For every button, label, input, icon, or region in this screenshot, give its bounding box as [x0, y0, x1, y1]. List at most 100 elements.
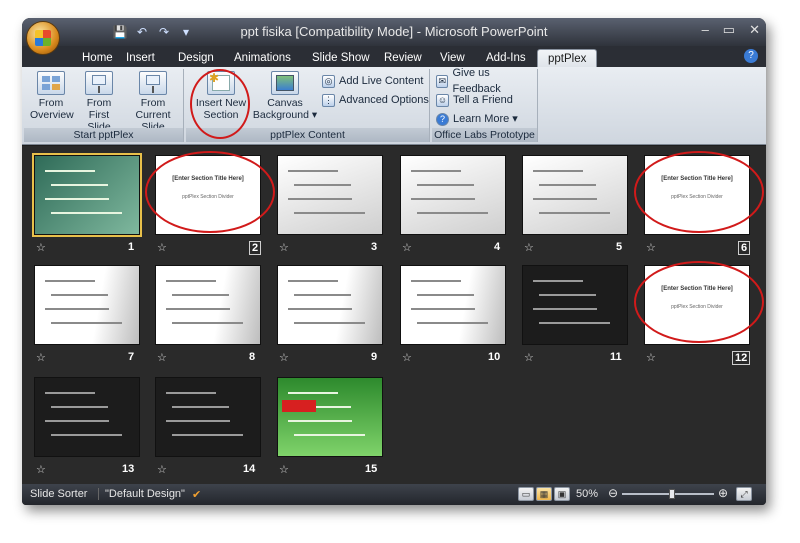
add-live-content-button[interactable]: ◎ Add Live Content [322, 73, 423, 89]
slide-content-line [172, 322, 243, 324]
zoom-slider[interactable] [622, 489, 714, 499]
slide-content-line [539, 212, 610, 214]
undo-icon[interactable]: ↶ [134, 24, 150, 40]
zoom-slider-thumb[interactable] [669, 489, 675, 499]
slide-content-line [51, 406, 108, 408]
slide-content-line [166, 420, 230, 422]
slide-thumbnail[interactable] [32, 153, 142, 237]
office-button[interactable] [26, 21, 60, 55]
projector-icon [85, 71, 113, 95]
slide-thumbnail[interactable]: [Enter Section Title Here] pptPlex Sectio… [644, 265, 750, 345]
section-subtitle-text: pptPlex Section Divider [671, 194, 723, 200]
tab-pptplex[interactable]: pptPlex [537, 49, 598, 67]
slide-transition-icon[interactable]: ☆ [646, 351, 656, 364]
learn-more-button[interactable]: ? Learn More ▾ [436, 111, 518, 127]
slide-transition-icon[interactable]: ☆ [524, 351, 534, 364]
slide-thumbnail[interactable] [522, 155, 628, 235]
tab-animations[interactable]: Animations [234, 49, 291, 67]
tab-home[interactable]: Home [82, 49, 113, 67]
zoom-out-icon[interactable]: ⊖ [608, 486, 618, 500]
slide-transition-icon[interactable]: ☆ [36, 351, 46, 364]
canvas-background-button[interactable]: Canvas Background ▾ [252, 71, 318, 121]
slide-transition-icon[interactable]: ☆ [157, 463, 167, 476]
slide-transition-icon[interactable]: ☆ [402, 351, 412, 364]
slide-transition-icon[interactable]: ☆ [36, 241, 46, 254]
slide-number: 7 [128, 351, 135, 363]
powerpoint-window: ppt fisika [Compatibility Mode] - Micros… [22, 18, 766, 505]
slide-thumbnail[interactable]: [Enter Section Title Here] pptPlex Sectio… [644, 155, 750, 235]
from-first-slide-button[interactable]: From First Slide [76, 71, 122, 133]
slide-thumbnail[interactable] [34, 265, 140, 345]
slide-transition-icon[interactable]: ☆ [279, 463, 289, 476]
help-icon[interactable]: ? [744, 49, 758, 63]
canvas-background-line2: Background ▾ [252, 109, 318, 121]
from-overview-line1: From [38, 97, 64, 109]
slide-thumbnail[interactable] [277, 377, 383, 457]
slide-transition-icon[interactable]: ☆ [402, 241, 412, 254]
tell-a-friend-button[interactable]: ☺ Tell a Friend [436, 92, 513, 108]
slide-transition-icon[interactable]: ☆ [279, 241, 289, 254]
tab-insert[interactable]: Insert [126, 49, 155, 67]
slide-transition-icon[interactable]: ☆ [36, 463, 46, 476]
slide-content-line [45, 170, 95, 172]
slide-transition-icon[interactable]: ☆ [157, 241, 167, 254]
slide-content-line [45, 198, 109, 200]
slide-transition-icon[interactable]: ☆ [646, 241, 656, 254]
from-overview-button[interactable]: From Overview [30, 71, 74, 121]
slide-thumbnail[interactable]: [Enter Section Title Here] pptPlex Sectio… [155, 155, 261, 235]
maximize-button[interactable]: ▭ [723, 22, 735, 38]
section-title-text: [Enter Section Title Here] [661, 176, 733, 182]
slide-thumbnail[interactable] [277, 265, 383, 345]
insert-new-section-button[interactable]: ✱ Insert New Section [192, 71, 250, 121]
spell-check-icon[interactable]: ✔ [192, 488, 201, 501]
slide-thumbnail[interactable] [155, 377, 261, 457]
slide-transition-icon[interactable]: ☆ [524, 241, 534, 254]
slide-content-line [294, 434, 365, 436]
from-current-slide-button[interactable]: From Current Slide [124, 71, 182, 133]
slide-number: 15 [365, 463, 378, 475]
slide-show-view-button[interactable]: ▣ [554, 487, 570, 501]
slide-content-line [288, 170, 338, 172]
slide-content-line [166, 392, 216, 394]
slide-thumbnail[interactable] [522, 265, 628, 345]
fit-to-window-button[interactable]: ⤢ [736, 487, 752, 501]
help-circle-icon: ? [436, 112, 449, 126]
projector-icon [139, 71, 167, 95]
slide-thumbnail[interactable] [277, 155, 383, 235]
slide-sorter-view-button[interactable]: ▦ [536, 487, 552, 501]
slide-thumbnail[interactable] [34, 377, 140, 457]
slide-number: 8 [249, 351, 256, 363]
advanced-options-button[interactable]: ⋮ Advanced Options [322, 92, 429, 108]
redo-icon[interactable]: ↷ [156, 24, 172, 40]
slide-content-line [172, 434, 243, 436]
slide-content-line [45, 420, 109, 422]
tab-review[interactable]: Review [384, 49, 422, 67]
slide-transition-icon[interactable]: ☆ [279, 351, 289, 364]
insert-section-icon: ✱ [207, 71, 235, 95]
tab-slide-show[interactable]: Slide Show [312, 49, 370, 67]
save-icon[interactable]: 💾 [112, 24, 128, 40]
window-controls: – ▭ ✕ [702, 22, 760, 38]
slide-content-line [417, 294, 474, 296]
slide-number: 9 [371, 351, 378, 363]
slide-content-line [294, 322, 365, 324]
status-bar: Slide Sorter "Default Design" ✔ ▭ ▦ ▣ 50… [22, 484, 766, 505]
slide-transition-icon[interactable]: ☆ [157, 351, 167, 364]
title-bar: ppt fisika [Compatibility Mode] - Micros… [22, 18, 766, 46]
minimize-button[interactable]: – [702, 22, 709, 38]
live-content-icon: ◎ [322, 74, 335, 88]
close-button[interactable]: ✕ [749, 22, 760, 38]
slide-content-line [288, 308, 352, 310]
group-label-labs: Office Labs Prototype [432, 128, 537, 142]
customize-qat-icon[interactable]: ▾ [178, 24, 194, 40]
slide-thumbnail[interactable] [400, 155, 506, 235]
slide-thumbnail[interactable] [400, 265, 506, 345]
status-view-name: Slide Sorter [30, 488, 88, 500]
normal-view-button[interactable]: ▭ [518, 487, 534, 501]
tab-design[interactable]: Design [178, 49, 214, 67]
slide-number: 5 [616, 241, 623, 253]
zoom-in-icon[interactable]: ⊕ [718, 486, 728, 500]
give-feedback-button[interactable]: ✉ Give us Feedback [436, 67, 537, 95]
slide-thumbnail[interactable] [155, 265, 261, 345]
insert-new-section-line2: Section [203, 109, 239, 121]
